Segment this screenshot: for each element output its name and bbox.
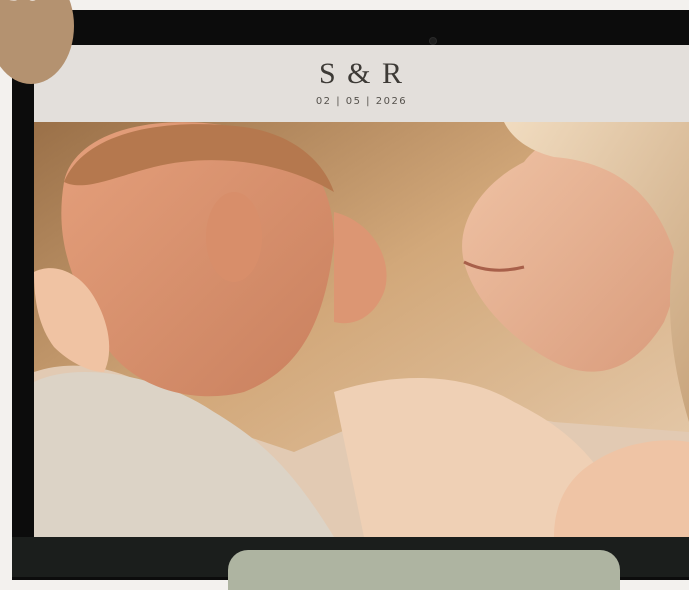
wedding-date: 02 | 05 | 2026 xyxy=(315,96,408,107)
couple-photo-illustration xyxy=(34,122,689,537)
badge-count: 350 xyxy=(0,0,41,7)
cta-button[interactable] xyxy=(228,550,620,590)
couple-monogram[interactable]: S & R xyxy=(34,57,689,91)
hero-photo xyxy=(34,122,689,537)
camera-icon xyxy=(430,38,436,44)
page-margin xyxy=(0,0,12,566)
website-screen: S & R 02 | 05 | 2026 xyxy=(34,45,689,537)
site-header: S & R 02 | 05 | 2026 xyxy=(34,45,689,122)
